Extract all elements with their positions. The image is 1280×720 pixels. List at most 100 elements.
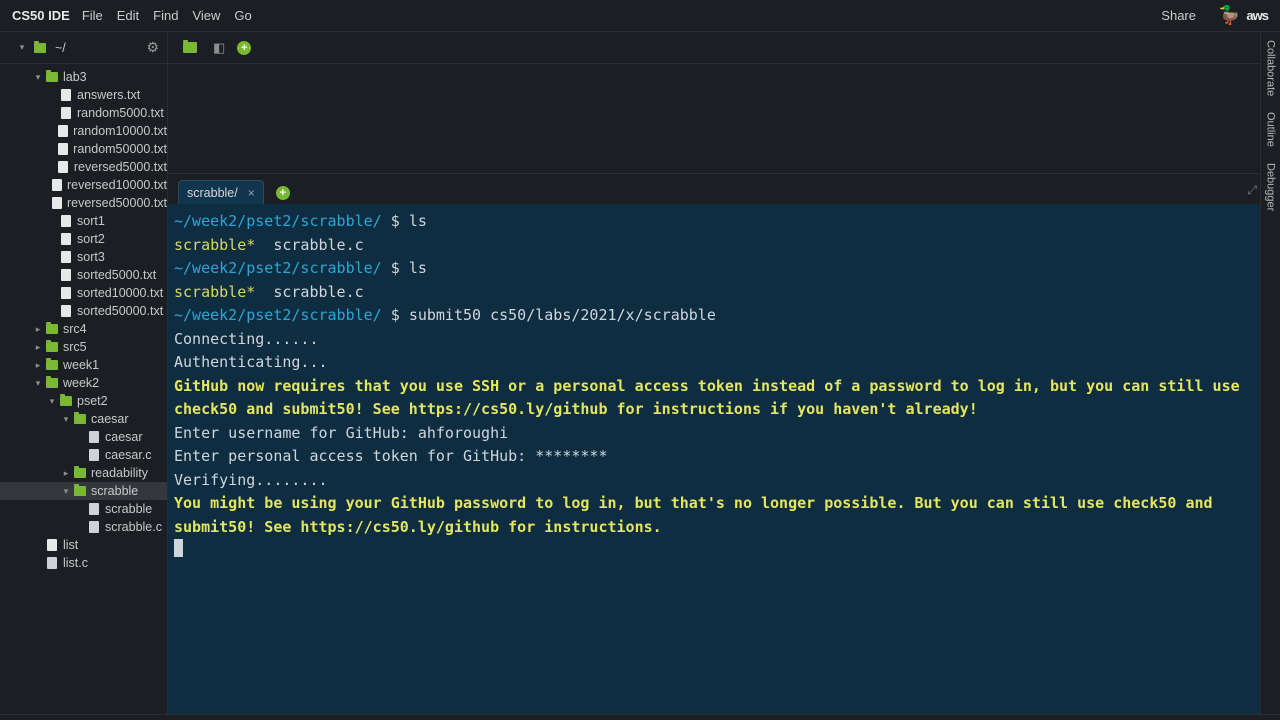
tree-file[interactable]: sort3 bbox=[0, 248, 167, 266]
tree-file[interactable]: scrabble.c bbox=[0, 518, 167, 536]
tree-item-label: sorted50000.txt bbox=[77, 302, 163, 320]
tree-folder[interactable]: ▾ lab3 bbox=[0, 68, 167, 86]
open-folder-icon[interactable] bbox=[182, 42, 198, 53]
rail-debugger[interactable]: Debugger bbox=[1265, 155, 1277, 219]
tree-item-label: list bbox=[63, 536, 78, 554]
menu-file[interactable]: File bbox=[82, 8, 103, 23]
tree-item-label: scrabble.c bbox=[105, 518, 162, 536]
tree-file[interactable]: reversed5000.txt bbox=[0, 158, 167, 176]
tree-folder[interactable]: ▾ caesar bbox=[0, 410, 167, 428]
rail-collaborate[interactable]: Collaborate bbox=[1265, 32, 1277, 104]
tree-file[interactable]: list bbox=[0, 536, 167, 554]
file-icon bbox=[44, 539, 60, 551]
statusbar bbox=[0, 714, 1280, 720]
root-label[interactable]: ~/ bbox=[55, 41, 66, 55]
twisty-icon[interactable]: ▾ bbox=[46, 392, 58, 410]
tree-folder[interactable]: ▾ week2 bbox=[0, 374, 167, 392]
menu-edit[interactable]: Edit bbox=[117, 8, 139, 23]
tree-item-label: random10000.txt bbox=[73, 122, 167, 140]
twisty-icon[interactable]: ▾ bbox=[32, 374, 44, 392]
tree-folder[interactable]: ▸src4 bbox=[0, 320, 167, 338]
twisty-icon[interactable]: ▾ bbox=[60, 410, 72, 428]
tree-file[interactable]: caesar bbox=[0, 428, 167, 446]
tree-file[interactable]: random10000.txt bbox=[0, 122, 167, 140]
menu-view[interactable]: View bbox=[192, 8, 220, 23]
rail-outline[interactable]: Outline bbox=[1265, 104, 1277, 155]
share-button[interactable]: Share bbox=[1161, 8, 1196, 23]
new-terminal-button[interactable]: + bbox=[276, 186, 290, 200]
menubar: CS50 IDE File Edit Find View Go Share 🦆 … bbox=[0, 0, 1280, 32]
terminal-line: ~/week2/pset2/scrabble/ $ submit50 cs50/… bbox=[174, 304, 1270, 328]
twisty-icon[interactable]: ▸ bbox=[32, 320, 44, 338]
tree-item-label: answers.txt bbox=[77, 86, 140, 104]
aws-logo: aws bbox=[1246, 8, 1268, 23]
terminal-tab-scrabble[interactable]: scrabble/ × bbox=[178, 180, 264, 204]
tab-close-icon[interactable]: × bbox=[248, 186, 255, 200]
file-icon bbox=[58, 107, 74, 119]
menu-go[interactable]: Go bbox=[234, 8, 251, 23]
terminal-line: Enter personal access token for GitHub: … bbox=[174, 445, 1270, 469]
editor-empty-area bbox=[168, 64, 1280, 174]
tree-item-label: reversed50000.txt bbox=[67, 194, 167, 212]
tree-folder[interactable]: ▸src5 bbox=[0, 338, 167, 356]
tree-item-label: reversed10000.txt bbox=[67, 176, 167, 194]
tree-item-label: reversed5000.txt bbox=[74, 158, 167, 176]
twisty-icon[interactable]: ▸ bbox=[32, 338, 44, 356]
file-icon bbox=[55, 143, 70, 155]
tree-file[interactable]: answers.txt bbox=[0, 86, 167, 104]
folder-open-icon bbox=[58, 396, 74, 406]
gear-icon[interactable]: ⚙ bbox=[146, 39, 159, 56]
sidebar-header: ▾ ~/ ⚙ bbox=[0, 32, 167, 64]
tree-item-label: list.c bbox=[63, 554, 88, 572]
tree-item-label: week2 bbox=[63, 374, 99, 392]
app-brand: CS50 IDE bbox=[12, 8, 70, 23]
tree-file[interactable]: reversed50000.txt bbox=[0, 194, 167, 212]
tree-file[interactable]: random5000.txt bbox=[0, 104, 167, 122]
tree-item-label: pset2 bbox=[77, 392, 108, 410]
terminal-line: ~/week2/pset2/scrabble/ $ ls bbox=[174, 210, 1270, 234]
tree-item-label: sort1 bbox=[77, 212, 105, 230]
tree-item-label: scrabble bbox=[105, 500, 152, 518]
tree-file[interactable]: caesar.c bbox=[0, 446, 167, 464]
menu-find[interactable]: Find bbox=[153, 8, 178, 23]
tree-folder[interactable]: ▾scrabble bbox=[0, 482, 167, 500]
tree-file[interactable]: list.c bbox=[0, 554, 167, 572]
file-icon bbox=[50, 179, 64, 191]
tree-item-label: random50000.txt bbox=[73, 140, 167, 158]
twisty-icon[interactable]: ▸ bbox=[32, 356, 44, 374]
tree-item-label: lab3 bbox=[63, 68, 87, 86]
terminal-output[interactable]: ~/week2/pset2/scrabble/ $ lsscrabble* sc… bbox=[168, 204, 1280, 714]
folder-closed-icon bbox=[44, 324, 60, 334]
tree-file[interactable]: sorted50000.txt bbox=[0, 302, 167, 320]
right-rail: Collaborate Outline Debugger bbox=[1260, 32, 1280, 714]
tree-file[interactable]: sort2 bbox=[0, 230, 167, 248]
terminal-tab-label: scrabble/ bbox=[187, 186, 238, 200]
terminal-line: You might be using your GitHub password … bbox=[174, 492, 1270, 539]
file-icon bbox=[86, 503, 102, 515]
tree-file[interactable]: sorted10000.txt bbox=[0, 284, 167, 302]
tree-file[interactable]: random50000.txt bbox=[0, 140, 167, 158]
tree-item-label: caesar bbox=[91, 410, 129, 428]
panes-icon[interactable]: ◧ bbox=[213, 40, 225, 56]
file-icon bbox=[86, 521, 102, 533]
tree-file[interactable]: scrabble bbox=[0, 500, 167, 518]
twisty-icon[interactable]: ▸ bbox=[60, 464, 72, 482]
duck-icon[interactable]: 🦆 bbox=[1218, 5, 1240, 26]
tree-folder[interactable]: ▾ pset2 bbox=[0, 392, 167, 410]
terminal-line: ~/week2/pset2/scrabble/ $ ls bbox=[174, 257, 1270, 281]
maximize-panel-icon[interactable]: ⤢ bbox=[1247, 183, 1257, 198]
tree-file[interactable]: sort1 bbox=[0, 212, 167, 230]
file-icon bbox=[58, 215, 74, 227]
tree-file[interactable]: reversed10000.txt bbox=[0, 176, 167, 194]
tree-folder[interactable]: ▸readability bbox=[0, 464, 167, 482]
new-file-button[interactable]: + bbox=[237, 41, 251, 55]
editor-toolbar: ◧ + bbox=[168, 32, 1280, 64]
terminal-line: scrabble* scrabble.c bbox=[174, 281, 1270, 305]
tree-file[interactable]: sorted5000.txt bbox=[0, 266, 167, 284]
root-twisty[interactable]: ▾ bbox=[16, 42, 28, 53]
twisty-icon[interactable]: ▾ bbox=[60, 482, 72, 500]
tree-item-label: caesar bbox=[105, 428, 143, 446]
twisty-icon[interactable]: ▾ bbox=[32, 68, 44, 86]
tree-folder[interactable]: ▸week1 bbox=[0, 356, 167, 374]
tree-item-label: sorted5000.txt bbox=[77, 266, 156, 284]
